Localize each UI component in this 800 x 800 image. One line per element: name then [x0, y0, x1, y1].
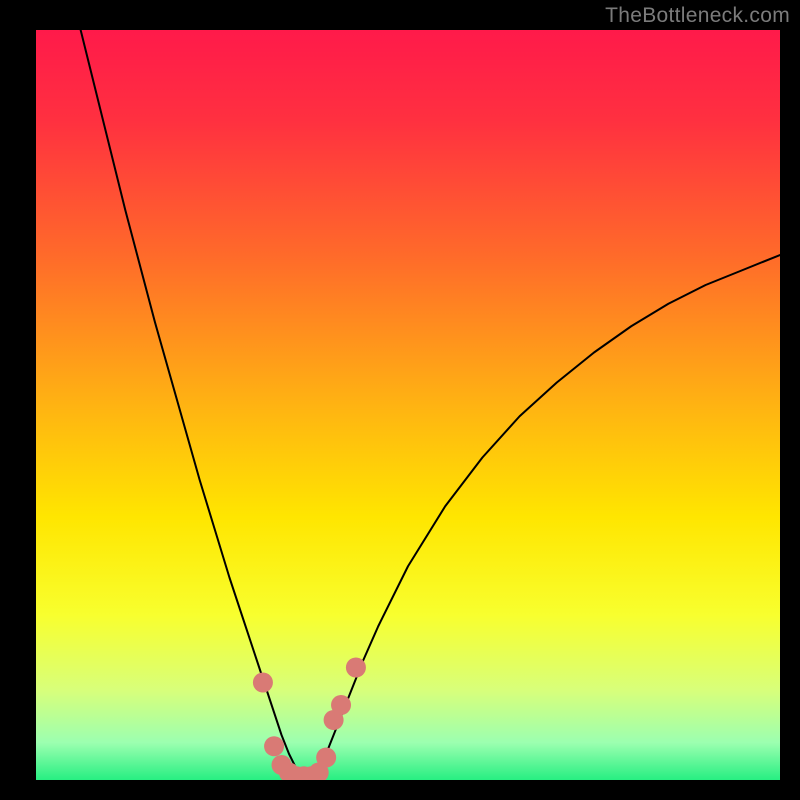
point-highlight-dots [253, 673, 273, 693]
bottleneck-chart [0, 0, 800, 800]
point-highlight-dots [264, 736, 284, 756]
gradient-background [36, 30, 780, 780]
point-highlight-dots [331, 695, 351, 715]
watermark-label: TheBottleneck.com [605, 4, 790, 28]
point-highlight-dots [346, 658, 366, 678]
point-highlight-dots [316, 748, 336, 768]
chart-stage: TheBottleneck.com [0, 0, 800, 800]
